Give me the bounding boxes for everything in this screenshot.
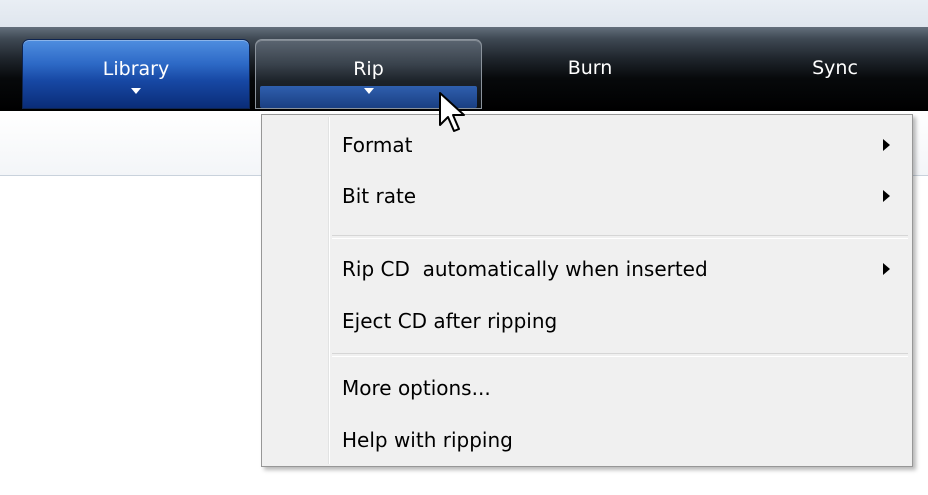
tab-library-label: Library <box>102 58 170 80</box>
menu-item-rip-cd-automatically[interactable]: Rip CD automatically when inserted <box>264 249 910 289</box>
menu-item-label: Bit rate <box>342 184 417 208</box>
tab-rip-label: Rip <box>353 58 384 80</box>
rip-menu: Format Bit rate Rip CD automatically whe… <box>261 114 913 467</box>
tab-library[interactable]: Library <box>22 39 250 109</box>
mouse-pointer-icon <box>439 92 465 132</box>
chevron-down-icon[interactable] <box>363 88 374 94</box>
submenu-arrow-icon <box>883 190 890 202</box>
tab-burn-label: Burn <box>567 57 613 79</box>
tab-sync[interactable]: Sync <box>735 39 928 109</box>
menu-item-label: Format <box>342 133 413 157</box>
menu-item-label: Help with ripping <box>342 428 513 452</box>
menu-item-format[interactable]: Format <box>264 125 910 165</box>
chevron-down-icon[interactable] <box>131 88 141 94</box>
submenu-arrow-icon <box>883 139 890 151</box>
menu-item-label: More options... <box>342 376 491 400</box>
menu-item-bit-rate[interactable]: Bit rate <box>264 176 910 216</box>
menu-item-label: Eject CD after ripping <box>342 309 558 333</box>
menu-item-help-with-ripping[interactable]: Help with ripping <box>264 420 910 460</box>
tab-sync-label: Sync <box>812 57 858 79</box>
menu-separator <box>332 353 908 357</box>
submenu-arrow-icon <box>883 263 890 275</box>
tab-burn[interactable]: Burn <box>490 39 690 109</box>
menu-item-label: Rip CD automatically when inserted <box>342 257 708 281</box>
menu-separator <box>332 235 908 239</box>
menu-item-eject-cd[interactable]: Eject CD after ripping <box>264 301 910 341</box>
menu-item-more-options[interactable]: More options... <box>264 368 910 408</box>
menu-icon-gutter <box>328 117 330 464</box>
window-frame-top <box>0 0 928 27</box>
